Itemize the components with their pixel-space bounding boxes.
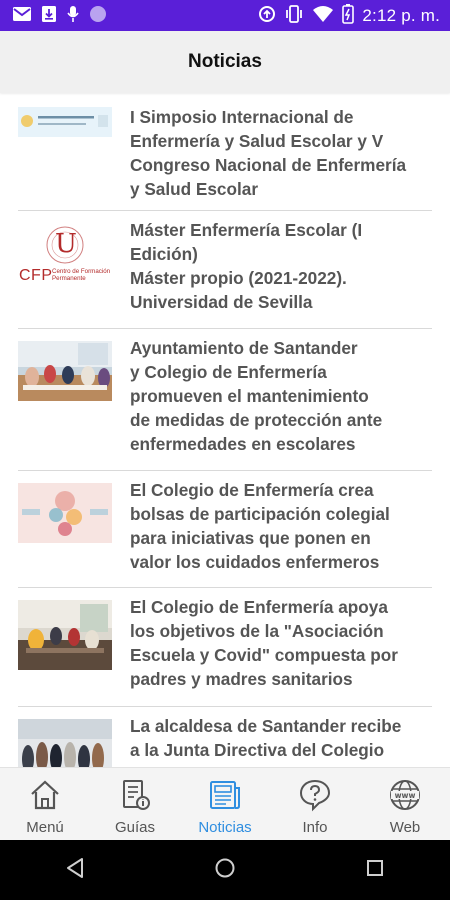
news-title: El Colegio de Enfermería crea bolsas de … (130, 480, 390, 572)
news-list[interactable]: I Simposio Internacional de Enfermería y… (0, 93, 450, 767)
news-item[interactable]: El Colegio de Enfermería crea bolsas de … (18, 471, 432, 588)
news-item[interactable]: I Simposio Internacional de Enfermería y… (18, 99, 432, 211)
newspaper-icon (208, 778, 242, 816)
logo-cfp: CFP (19, 267, 53, 284)
help-chat-icon (298, 778, 332, 816)
status-bar: 2:12 p. m. (0, 0, 450, 31)
news-title: Máster Enfermería Escolar (I Edición) Má… (130, 220, 363, 312)
nav-item-menu[interactable]: Menú (0, 768, 90, 841)
guide-book-icon (118, 778, 152, 816)
recents-button[interactable] (345, 850, 405, 890)
home-button[interactable] (195, 850, 255, 890)
bottom-nav: Menú Guías Noticias Info www Web (0, 767, 450, 841)
news-title: El Colegio de Enfermería apoya los objet… (130, 597, 398, 689)
logo-subtext: Centro de Formación Permanente (52, 268, 111, 282)
gmail-icon (12, 6, 32, 26)
nav-label: Web (389, 819, 421, 836)
nav-label: Info (302, 819, 328, 836)
app-bar: Noticias (0, 31, 450, 93)
recents-icon (365, 858, 385, 882)
page-title: Noticias (188, 51, 262, 72)
sync-icon (258, 5, 276, 27)
vibrate-icon (284, 4, 304, 27)
mic-icon (66, 5, 80, 27)
status-time: 2:12 p. m. (362, 5, 440, 25)
notification-dot-icon (89, 5, 107, 27)
news-item[interactable]: U CFP Centro de Formación Permanente Más… (18, 211, 432, 329)
news-title: Ayuntamiento de Santander y Colegio de E… (130, 338, 383, 454)
nav-item-noticias[interactable]: Noticias (180, 768, 270, 841)
group-photo (18, 719, 112, 767)
system-nav-bar (0, 840, 450, 900)
back-icon (65, 857, 85, 883)
nav-item-info[interactable]: Info (270, 768, 360, 841)
meeting-photo (18, 341, 112, 401)
news-item[interactable]: Ayuntamiento de Santander y Colegio de E… (18, 329, 432, 471)
nav-item-guias[interactable]: Guías (90, 768, 180, 841)
home-icon (28, 778, 62, 816)
nav-item-web[interactable]: www Web (360, 768, 450, 841)
meeting-photo (18, 600, 112, 670)
home-circle-icon (214, 857, 236, 883)
battery-icon (342, 3, 355, 28)
illustration-graphic (18, 483, 112, 543)
news-title: La alcaldesa de Santander recibe a la Ju… (130, 716, 402, 760)
download-icon (41, 5, 57, 27)
nav-label: Menú (26, 819, 64, 836)
svg-text:www: www (395, 791, 416, 800)
nav-label: Noticias (198, 819, 252, 836)
logo-mark: U (55, 229, 77, 259)
universidad-sevilla-cfp-logo: U CFP Centro de Formación Permanente (18, 223, 112, 293)
simposio-banner-thumbnail (18, 107, 112, 137)
www-globe-icon: www (388, 778, 422, 816)
back-button[interactable] (45, 850, 105, 890)
news-item[interactable]: La alcaldesa de Santander recibe a la Ju… (18, 707, 432, 767)
news-item[interactable]: El Colegio de Enfermería apoya los objet… (18, 588, 432, 707)
nav-label: Guías (114, 819, 156, 836)
wifi-icon (312, 5, 334, 27)
news-title: I Simposio Internacional de Enfermería y… (130, 107, 407, 199)
